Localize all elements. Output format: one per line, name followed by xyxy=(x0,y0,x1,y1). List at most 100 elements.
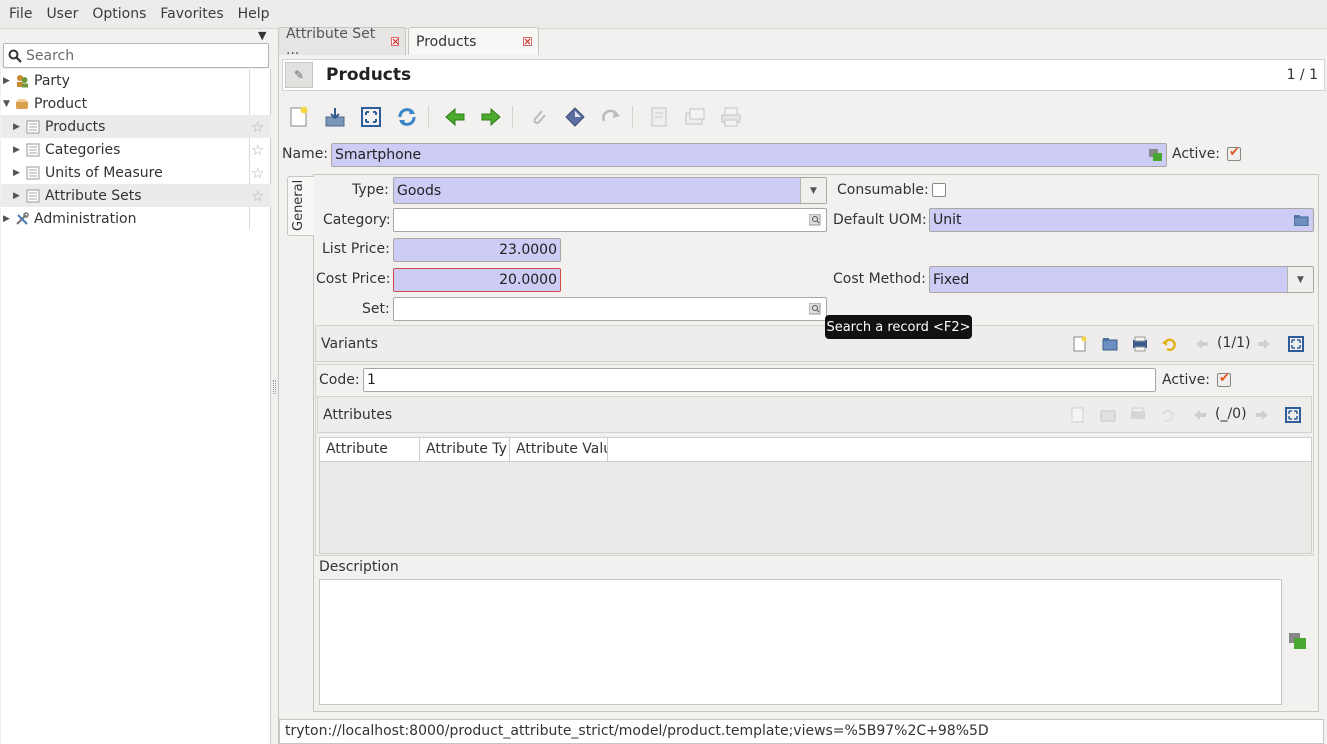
product-icon xyxy=(16,98,28,109)
new-record-icon[interactable] xyxy=(287,105,311,129)
default-uom-field[interactable]: Unit xyxy=(929,208,1314,232)
list-price-label: List Price: xyxy=(322,241,390,257)
default-uom-value: Unit xyxy=(933,212,962,228)
cost-price-label: Cost Price: xyxy=(316,271,391,287)
search-record-icon[interactable] xyxy=(809,214,822,226)
next-variant-icon[interactable] xyxy=(1256,336,1272,352)
tab-general[interactable]: General xyxy=(287,176,314,236)
expand-arrow-icon[interactable]: ▶ xyxy=(13,145,20,155)
favorite-star-icon[interactable]: ☆ xyxy=(251,164,264,182)
delete-variant-icon[interactable] xyxy=(1132,336,1148,352)
sidebar-item-label: Attribute Sets xyxy=(45,187,142,204)
open-variant-icon[interactable] xyxy=(1102,336,1118,352)
previous-variant-icon[interactable] xyxy=(1194,336,1210,352)
switch-variant-view-icon[interactable] xyxy=(1288,336,1304,352)
menu-user[interactable]: User xyxy=(39,0,85,29)
switch-attribute-view-icon[interactable] xyxy=(1285,407,1301,423)
column-header-attribute[interactable]: Attribute xyxy=(320,438,420,461)
list-icon xyxy=(26,120,40,133)
set-label: Set: xyxy=(362,301,390,317)
search-record-icon[interactable] xyxy=(809,303,822,315)
next-attribute-icon[interactable] xyxy=(1254,407,1270,423)
switch-view-icon[interactable] xyxy=(359,105,383,129)
menu-favorites[interactable]: Favorites xyxy=(153,0,230,29)
consumable-label: Consumable: xyxy=(837,182,929,198)
column-header-attribute-value[interactable]: Attribute Valu xyxy=(510,438,608,461)
new-attribute-icon[interactable] xyxy=(1070,407,1086,423)
open-folder-icon[interactable] xyxy=(1294,214,1309,226)
expand-arrow-icon[interactable]: ▶ xyxy=(3,76,10,86)
menu-options[interactable]: Options xyxy=(85,0,153,29)
menu-help[interactable]: Help xyxy=(231,0,277,29)
expand-arrow-icon[interactable]: ▶ xyxy=(13,168,20,178)
column-header-attribute-type[interactable]: Attribute Ty xyxy=(420,438,510,461)
delete-attribute-icon[interactable] xyxy=(1130,407,1146,423)
description-textarea[interactable] xyxy=(319,579,1282,705)
collapse-arrow-icon[interactable]: ▼ xyxy=(3,99,10,109)
undo-attribute-icon[interactable] xyxy=(1159,407,1175,423)
sidebar-item-attribute-sets[interactable]: ▶ Attribute Sets ☆ xyxy=(1,184,271,207)
code-field[interactable]: 1 xyxy=(363,368,1156,392)
list-price-field[interactable]: 23.0000 xyxy=(393,238,561,262)
report-icon[interactable] xyxy=(647,105,671,129)
tab-products[interactable]: Products xyxy=(408,27,539,55)
cost-method-select[interactable]: Fixed ▼ xyxy=(929,266,1314,293)
consumable-checkbox[interactable] xyxy=(932,183,946,197)
variants-title: Variants xyxy=(321,336,378,352)
attachment-icon[interactable] xyxy=(527,105,551,129)
active-checkbox[interactable] xyxy=(1227,145,1241,161)
cost-method-value: Fixed xyxy=(933,271,970,288)
sidebar-item-products[interactable]: ▶ Products ☆ xyxy=(1,115,271,138)
sidebar-item-units-of-measure[interactable]: ▶ Units of Measure ☆ xyxy=(1,161,271,184)
chevron-down-icon[interactable]: ▼ xyxy=(800,178,826,203)
sidebar-item-administration[interactable]: ▶ Administration xyxy=(1,207,271,230)
sidebar-item-label: Units of Measure xyxy=(45,164,163,181)
relate-icon[interactable] xyxy=(599,105,623,129)
close-tab-icon[interactable] xyxy=(390,37,399,46)
pane-splitter[interactable] xyxy=(273,380,276,394)
favorite-star-icon[interactable]: ☆ xyxy=(251,118,264,136)
print-icon[interactable] xyxy=(719,105,743,129)
expand-arrow-icon[interactable]: ▶ xyxy=(13,191,20,201)
type-value: Goods xyxy=(397,182,442,199)
sidebar-item-categories[interactable]: ▶ Categories ☆ xyxy=(1,138,271,161)
category-field[interactable] xyxy=(393,208,827,232)
action-icon[interactable] xyxy=(563,105,587,129)
description-label: Description xyxy=(319,559,399,575)
pane-menu-arrow-icon[interactable]: ▼ xyxy=(258,29,266,42)
cost-price-field[interactable]: 20.0000 xyxy=(393,268,561,292)
favorite-star-icon[interactable]: ☆ xyxy=(251,141,264,159)
sidebar-item-product[interactable]: ▼ Product xyxy=(1,92,271,115)
save-icon[interactable] xyxy=(323,105,347,129)
previous-record-icon[interactable] xyxy=(443,105,467,129)
open-attribute-icon[interactable] xyxy=(1100,407,1116,423)
menu-search[interactable] xyxy=(3,43,269,68)
sidebar-item-label: Product xyxy=(34,95,88,112)
menu-file[interactable]: File xyxy=(2,0,39,29)
variant-active-checkbox[interactable] xyxy=(1217,371,1231,387)
translate-icon[interactable] xyxy=(1149,149,1162,161)
next-record-icon[interactable] xyxy=(479,105,503,129)
email-icon[interactable] xyxy=(683,105,707,129)
sidebar-item-party[interactable]: ▶ Party xyxy=(1,69,271,92)
reload-icon[interactable] xyxy=(395,105,419,129)
type-select[interactable]: Goods ▼ xyxy=(393,177,827,204)
chevron-down-icon[interactable]: ▼ xyxy=(1287,267,1313,292)
expand-arrow-icon[interactable]: ▶ xyxy=(3,214,10,224)
expand-arrow-icon[interactable]: ▶ xyxy=(13,122,20,132)
form-tools-icon[interactable]: ✎ xyxy=(285,62,313,88)
tab-attribute-set[interactable]: Attribute Set ... xyxy=(278,26,406,58)
tab-general-label: General xyxy=(291,179,306,231)
status-url-bar[interactable]: tryton://localhost:8000/product_attribut… xyxy=(279,719,1324,744)
name-field[interactable]: Smartphone xyxy=(331,143,1167,167)
left-pane: ▼ ▶ Party ▼ Product ▶ Products ☆ ▶ Categ… xyxy=(0,29,273,744)
new-variant-icon[interactable] xyxy=(1072,336,1088,352)
previous-attribute-icon[interactable] xyxy=(1192,407,1208,423)
search-input[interactable] xyxy=(26,47,256,64)
undo-variant-icon[interactable] xyxy=(1161,336,1177,352)
translate-icon[interactable] xyxy=(1289,633,1306,649)
code-label: Code: xyxy=(319,372,360,388)
close-tab-icon[interactable] xyxy=(523,37,532,46)
favorite-star-icon[interactable]: ☆ xyxy=(251,187,264,205)
set-field[interactable] xyxy=(393,297,827,321)
